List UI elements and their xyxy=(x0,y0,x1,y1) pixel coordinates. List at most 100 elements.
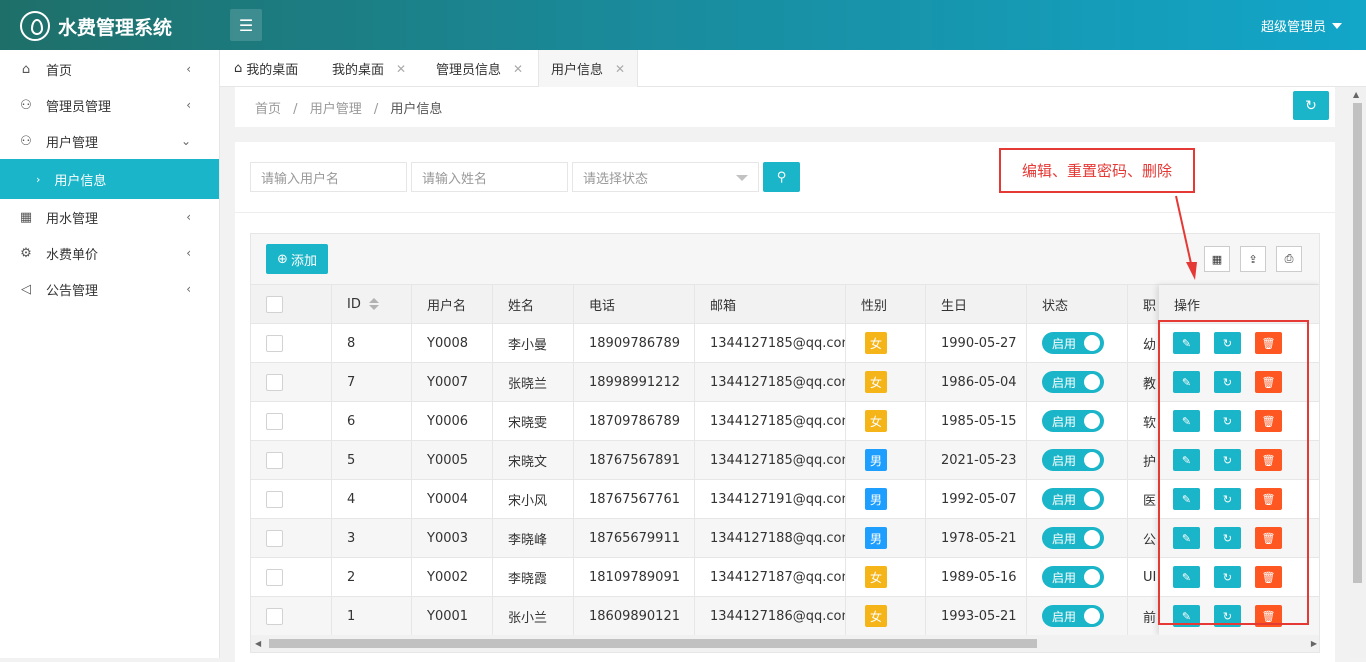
cell-text: 18909786789 xyxy=(589,335,680,351)
header-label: 操作 xyxy=(1174,298,1201,314)
scrollbar-thumb[interactable] xyxy=(1353,103,1362,583)
breadcrumb-home[interactable]: 首页 xyxy=(255,102,281,117)
header-label: 邮箱 xyxy=(710,298,737,314)
sex-badge: 女 xyxy=(865,371,887,393)
cell-email: 1344127187@qq.com xyxy=(695,558,846,596)
select-all-checkbox[interactable] xyxy=(266,295,283,313)
hamburger-icon[interactable]: ☰ xyxy=(230,9,262,41)
columns-filter-icon[interactable]: ▦ xyxy=(1204,246,1230,272)
search-button[interactable]: ⚲ xyxy=(763,162,800,192)
cell-text: 18765679911 xyxy=(589,530,680,546)
status-toggle[interactable]: 启用 xyxy=(1042,527,1104,549)
sidebar-item-home[interactable]: ⌂ 首页 ‹ xyxy=(0,51,219,87)
cell-text: 1989-05-16 xyxy=(941,569,1017,585)
cell-name: 张晓兰 xyxy=(493,363,574,401)
row-checkbox[interactable] xyxy=(266,568,283,586)
vertical-scrollbar[interactable]: ▲ xyxy=(1349,87,1366,658)
status-select[interactable]: 请选择状态 xyxy=(572,162,759,192)
status-toggle[interactable]: 启用 xyxy=(1042,488,1104,510)
scroll-up-icon[interactable]: ▲ xyxy=(1353,90,1359,99)
header-checkbox-cell xyxy=(251,285,332,323)
sex-badge: 女 xyxy=(865,566,887,588)
cell-text: 3 xyxy=(347,530,356,546)
add-user-button[interactable]: ⊕ 添加 xyxy=(266,244,328,274)
sort-icon[interactable] xyxy=(368,298,379,310)
status-toggle[interactable]: 启用 xyxy=(1042,605,1104,627)
checkbox-cell xyxy=(251,480,332,518)
cell-text: 1 xyxy=(347,608,356,624)
cell-birthday: 1990-05-27 xyxy=(926,324,1027,362)
gear-icon: ⚙ xyxy=(20,245,32,261)
scrollbar-thumb[interactable] xyxy=(269,639,1037,648)
sidebar-item-label: 首页 xyxy=(46,63,73,79)
cell-text: 5 xyxy=(347,452,356,468)
tab-desktop-home[interactable]: ⌂ 我的桌面 xyxy=(222,50,310,87)
cell-birthday: 1992-05-07 xyxy=(926,480,1027,518)
header-id[interactable]: ID xyxy=(332,285,412,323)
cell-text: 1990-05-27 xyxy=(941,335,1017,351)
cell-name: 宋晓文 xyxy=(493,441,574,479)
status-toggle-label: 启用 xyxy=(1052,609,1077,624)
cell-text: 1978-05-21 xyxy=(941,530,1017,546)
tab-label: 我的桌面 xyxy=(246,63,299,78)
scroll-left-icon[interactable]: ◀ xyxy=(255,639,261,648)
cell-text: 2021-05-23 xyxy=(941,452,1017,468)
horizontal-scrollbar[interactable]: ◀ ▶ xyxy=(251,635,1319,652)
cell-phone: 18767567761 xyxy=(574,480,695,518)
cell-text: 1344127185@qq.com xyxy=(710,374,846,390)
chevron-left-icon: ‹ xyxy=(186,246,191,260)
scroll-right-icon[interactable]: ▶ xyxy=(1311,639,1317,648)
sex-cell: 女 xyxy=(846,363,926,401)
sidebar-item-users[interactable]: ⚇ 用户管理 ⌄ xyxy=(0,123,219,159)
sidebar-subitem-user-info[interactable]: › 用户信息 xyxy=(0,159,219,199)
cell-text: 1344127188@qq.com xyxy=(710,530,846,546)
cell-phone: 18909786789 xyxy=(574,324,695,362)
refresh-button[interactable]: ↻ xyxy=(1293,91,1329,120)
tab-user-info[interactable]: 用户信息 ✕ xyxy=(538,50,639,87)
close-icon[interactable]: ✕ xyxy=(396,62,406,76)
tab-desktop[interactable]: 我的桌面 ✕ xyxy=(320,50,418,87)
header-name: 姓名 xyxy=(493,285,574,323)
username-search-input[interactable]: 请输入用户名 xyxy=(250,162,407,192)
export-icon[interactable]: ⇪ xyxy=(1240,246,1266,272)
tab-admin-info[interactable]: 管理员信息 ✕ xyxy=(424,50,535,87)
sidebar-item-price[interactable]: ⚙ 水费单价 ‹ xyxy=(0,235,219,271)
toggle-knob xyxy=(1084,374,1100,390)
status-toggle[interactable]: 启用 xyxy=(1042,410,1104,432)
top-bar: 水费管理系统 ☰ 超级管理员 xyxy=(0,0,1366,50)
cell-id: 2 xyxy=(332,558,412,596)
sidebar-item-notice[interactable]: ◁ 公告管理 ‹ xyxy=(0,271,219,307)
cell-text: Y0005 xyxy=(427,452,469,468)
search-icon: ⚲ xyxy=(776,169,787,185)
header-birthday: 生日 xyxy=(926,285,1027,323)
row-checkbox[interactable] xyxy=(266,412,283,430)
status-toggle[interactable]: 启用 xyxy=(1042,371,1104,393)
cell-text: 1985-05-15 xyxy=(941,413,1017,429)
row-checkbox[interactable] xyxy=(266,490,283,508)
cell-text: Y0001 xyxy=(427,608,469,624)
sidebar-item-water[interactable]: ▦ 用水管理 ‹ xyxy=(0,199,219,235)
row-checkbox[interactable] xyxy=(266,529,283,547)
status-toggle[interactable]: 启用 xyxy=(1042,449,1104,471)
sidebar-item-admin[interactable]: ⚇ 管理员管理 ‹ xyxy=(0,87,219,123)
close-icon[interactable]: ✕ xyxy=(615,62,625,76)
user-menu[interactable]: 超级管理员 xyxy=(1261,16,1342,35)
caret-down-icon xyxy=(1332,22,1342,29)
sex-cell: 男 xyxy=(846,480,926,518)
chevron-down-icon: ⌄ xyxy=(180,134,191,148)
print-icon[interactable]: ⎙ xyxy=(1276,246,1302,272)
row-checkbox[interactable] xyxy=(266,451,283,469)
row-checkbox[interactable] xyxy=(266,607,283,625)
cell-phone: 18109789091 xyxy=(574,558,695,596)
speaker-icon: ◁ xyxy=(21,281,31,297)
calendar-icon: ▦ xyxy=(19,209,33,225)
breadcrumb-section[interactable]: 用户管理 xyxy=(310,102,362,117)
sidebar-item-label: 管理员管理 xyxy=(46,99,112,115)
row-checkbox[interactable] xyxy=(266,334,283,352)
status-toggle[interactable]: 启用 xyxy=(1042,566,1104,588)
status-toggle[interactable]: 启用 xyxy=(1042,332,1104,354)
tab-label: 管理员信息 xyxy=(436,63,502,78)
row-checkbox[interactable] xyxy=(266,373,283,391)
name-search-input[interactable]: 请输入姓名 xyxy=(411,162,568,192)
close-icon[interactable]: ✕ xyxy=(513,62,523,76)
